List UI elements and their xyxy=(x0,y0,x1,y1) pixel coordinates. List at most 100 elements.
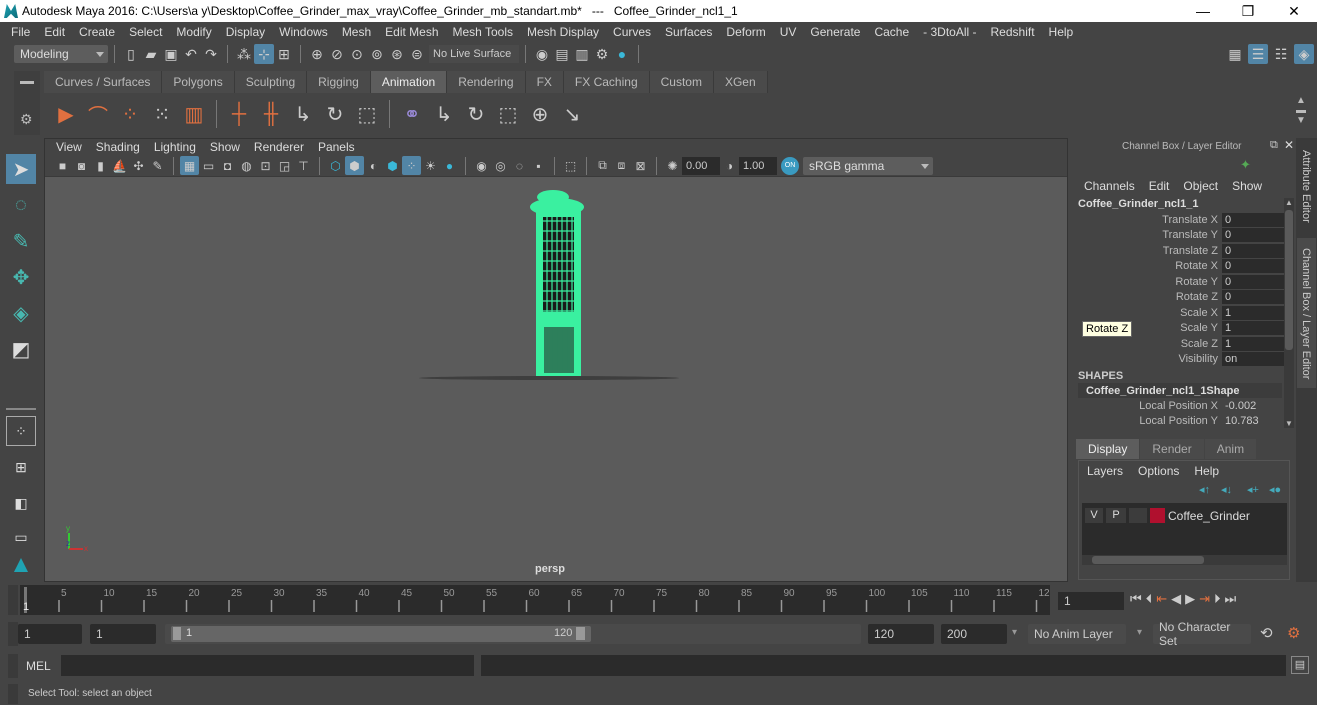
float-panel-icon[interactable]: ⧉ xyxy=(1270,139,1278,152)
menu-modify[interactable]: Modify xyxy=(169,25,218,39)
restore-button[interactable]: ❐ xyxy=(1225,0,1271,22)
menuset-dropdown[interactable]: Modeling xyxy=(14,45,108,63)
use-all-lights-icon[interactable]: ☀ xyxy=(421,156,440,175)
menu-help[interactable]: Help xyxy=(1042,25,1081,39)
attribute-editor-tab[interactable]: Attribute Editor xyxy=(1300,150,1312,223)
field-chart-icon[interactable]: ⊡ xyxy=(256,156,275,175)
close-button[interactable]: ✕ xyxy=(1271,0,1317,22)
shelf-tab-rendering[interactable]: Rendering xyxy=(447,71,526,93)
start-time-field[interactable]: 1 xyxy=(18,624,82,644)
film-gate-icon[interactable]: ▭ xyxy=(199,156,218,175)
menu-mesh-display[interactable]: Mesh Display xyxy=(520,25,606,39)
lasso-tool-icon[interactable]: ◌ xyxy=(6,190,36,220)
channel-value[interactable]: 0 xyxy=(1222,275,1284,289)
point-constraint-icon[interactable]: ╫ xyxy=(255,98,287,130)
shelf-tab-animation[interactable]: Animation xyxy=(370,71,448,93)
paint-select-tool-icon[interactable]: ✎ xyxy=(6,226,36,256)
snap-surface-icon[interactable]: ⊛ xyxy=(387,44,407,64)
safe-title-icon[interactable]: ⊤ xyxy=(294,156,313,175)
hypershade-icon[interactable]: ● xyxy=(612,44,632,64)
move-layer-up-icon[interactable]: ◂↑ xyxy=(1199,483,1210,496)
shelf-tab-fx[interactable]: FX xyxy=(525,71,564,93)
playback-end-field[interactable]: 120 xyxy=(868,624,934,644)
outliner-layout-icon[interactable]: ▭ xyxy=(6,522,36,552)
gate-mask-icon[interactable]: ◍ xyxy=(237,156,256,175)
grease-pencil-icon[interactable]: ✎ xyxy=(148,156,167,175)
script-editor-icon[interactable]: ▤ xyxy=(1291,656,1309,674)
select-object-icon[interactable]: ⊹ xyxy=(254,44,274,64)
current-frame-field[interactable]: 1 xyxy=(1058,592,1124,610)
textured-icon[interactable]: ⁘ xyxy=(402,156,421,175)
gamma-icon[interactable]: ◑ xyxy=(720,156,739,175)
menu-curves[interactable]: Curves xyxy=(606,25,658,39)
command-input[interactable] xyxy=(61,655,474,676)
skin-bind-icon[interactable]: ⬚ xyxy=(492,98,524,130)
range-slider-bar[interactable] xyxy=(171,626,591,642)
timeline-grip[interactable] xyxy=(8,585,18,615)
render-current-icon[interactable]: ▤ xyxy=(552,44,572,64)
command-grip[interactable] xyxy=(8,654,18,678)
menu-edit[interactable]: Edit xyxy=(37,25,72,39)
color-space-dropdown[interactable]: sRGB gamma xyxy=(803,156,933,175)
xray-active-icon[interactable]: ⧈ xyxy=(612,156,631,175)
shelf-menu-icon[interactable] xyxy=(20,81,34,84)
use-default-material-icon[interactable]: ◐ xyxy=(364,156,383,175)
help-menu[interactable]: Help xyxy=(1194,464,1219,478)
channel-value[interactable]: 0 xyxy=(1222,259,1284,273)
range-slider[interactable]: 1 120 xyxy=(165,624,861,644)
menu-generate[interactable]: Generate xyxy=(803,25,867,39)
minimize-button[interactable]: — xyxy=(1180,0,1226,22)
snap-view-plane-icon[interactable]: ⊚ xyxy=(367,44,387,64)
playblast-icon[interactable]: ▶ xyxy=(50,98,82,130)
menu-edit-mesh[interactable]: Edit Mesh xyxy=(378,25,445,39)
character-set-chevron-down-icon[interactable]: ▾ xyxy=(1137,627,1142,638)
menu-redshift[interactable]: Redshift xyxy=(984,25,1042,39)
tool-settings-toggle-icon[interactable]: ☷ xyxy=(1271,44,1291,64)
viewport-menu-renderer[interactable]: Renderer xyxy=(247,140,311,154)
layer-tab-render[interactable]: Render xyxy=(1140,439,1204,459)
single-pane-layout-icon[interactable]: ⁘ xyxy=(6,416,36,446)
manipulator-icon[interactable]: ✦ xyxy=(1240,157,1251,173)
depth-of-field-icon[interactable]: ▪ xyxy=(529,156,548,175)
shadows-icon[interactable]: ● xyxy=(440,156,459,175)
playback-start-field[interactable]: 1 xyxy=(90,624,156,644)
shelf-tab-fx-caching[interactable]: FX Caching xyxy=(563,71,650,93)
object-menu[interactable]: Object xyxy=(1183,179,1218,193)
set-key-icon[interactable]: ⁘ xyxy=(114,98,146,130)
select-tool-icon[interactable]: ➤ xyxy=(6,154,36,184)
2d-pan-zoom-icon[interactable]: ✣ xyxy=(129,156,148,175)
resolution-gate-icon[interactable]: ◘ xyxy=(218,156,237,175)
snap-point-icon[interactable]: ⊙ xyxy=(347,44,367,64)
viewport-scene[interactable]: y z x persp xyxy=(45,177,1067,581)
maya-home-icon[interactable]: ▲ xyxy=(6,550,36,580)
render-view-icon[interactable]: ◉ xyxy=(532,44,552,64)
viewport-panel[interactable]: View Shading Lighting Show Renderer Pane… xyxy=(44,138,1068,582)
xray-joints-icon[interactable]: ⊠ xyxy=(631,156,650,175)
grid-icon[interactable]: ▦ xyxy=(180,156,199,175)
step-back-key-icon[interactable]: ⇤ xyxy=(1156,591,1167,607)
step-forward-frame-icon[interactable]: ⏵ xyxy=(1214,591,1221,607)
ik-handle-icon[interactable]: ↳ xyxy=(428,98,460,130)
shelf-tab-custom[interactable]: Custom xyxy=(649,71,714,93)
auto-key-sync-icon[interactable]: ⟲ xyxy=(1260,624,1273,642)
snap-curve-icon[interactable]: ⊘ xyxy=(327,44,347,64)
layer-tab-display[interactable]: Display xyxy=(1076,439,1140,459)
scale-constraint-icon[interactable]: ⬚ xyxy=(351,98,383,130)
range-grip[interactable] xyxy=(8,622,18,646)
channels-menu[interactable]: Channels xyxy=(1084,179,1135,193)
channel-value[interactable]: 1 xyxy=(1222,321,1284,335)
layer-row[interactable]: V P Coffee_Grinder xyxy=(1085,508,1250,523)
menu-deform[interactable]: Deform xyxy=(719,25,772,39)
shelf-settings-gear-icon[interactable]: ⚙ xyxy=(20,111,33,128)
end-time-field[interactable]: 200 xyxy=(941,624,1007,644)
save-scene-icon[interactable]: ▣ xyxy=(161,44,181,64)
menu-display[interactable]: Display xyxy=(219,25,272,39)
move-layer-down-icon[interactable]: ◂↓ xyxy=(1221,483,1232,496)
exposure-icon[interactable]: ✺ xyxy=(663,156,682,175)
bookmark-icon[interactable]: ▮ xyxy=(91,156,110,175)
show-menu[interactable]: Show xyxy=(1232,179,1262,193)
menu-create[interactable]: Create xyxy=(72,25,122,39)
scroll-up-icon[interactable]: ▲ xyxy=(1285,198,1293,207)
close-panel-icon[interactable]: ✕ xyxy=(1284,138,1294,152)
coffee-grinder-wireframe[interactable] xyxy=(530,190,584,376)
